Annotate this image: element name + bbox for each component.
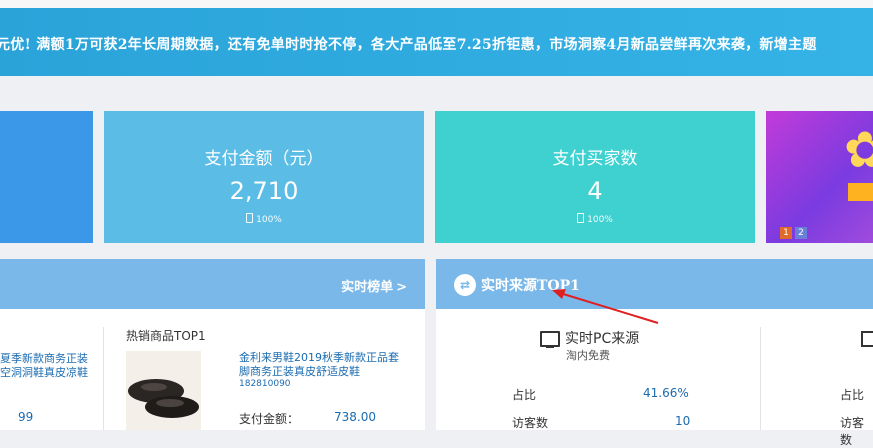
announcement-banner[interactable]: 元优! 满额1万可获2年长周期数据，还有免单时时抢不停，各大产品低至7.25折钜… xyxy=(0,8,873,76)
link-label: 实时榜单 xyxy=(341,280,394,295)
mobile-icon xyxy=(246,213,254,223)
product-image[interactable] xyxy=(126,351,201,430)
hot-product-title: 热销商品TOP1 xyxy=(126,329,206,343)
card-mobile-share: 100% xyxy=(435,213,755,225)
device-icon xyxy=(861,331,873,347)
mobile-icon xyxy=(577,213,585,223)
card-sub-value: 100% xyxy=(587,215,613,225)
chevron-right-icon: > xyxy=(396,280,407,295)
metric-card-partial xyxy=(0,111,93,243)
promo-carousel[interactable]: ✿ 1 2 xyxy=(766,111,873,243)
buyer-count-card[interactable]: 支付买家数 4 100% xyxy=(435,111,755,243)
card-sub-value: 100% xyxy=(256,215,282,225)
realtime-ranking-link[interactable]: 实时榜单 > xyxy=(341,276,407,295)
share-label: 占比 xyxy=(840,388,865,402)
refresh-icon[interactable]: ⇄ xyxy=(454,274,476,296)
column-divider xyxy=(760,327,761,430)
pay-amount-label: 支付金额： xyxy=(239,412,300,426)
source-title: 实时PC来源 xyxy=(565,331,640,347)
carousel-page-1[interactable]: 1 xyxy=(780,227,792,239)
monitor-icon xyxy=(540,331,560,348)
share-label: 占比 xyxy=(512,388,537,402)
pay-amount-value: 738.00 xyxy=(334,410,376,424)
left-panel-header: 实时榜单 > xyxy=(0,259,425,309)
product-metric: 99 xyxy=(18,410,34,424)
column-divider xyxy=(103,327,104,430)
promo-tag-shape xyxy=(848,183,873,201)
visitors-label: 访客数 xyxy=(840,416,865,447)
product-name-link[interactable]: 金利来男鞋2019秋季新款正品套脚商务正装真皮舒适皮鞋 xyxy=(239,351,409,379)
card-mobile-share: 100% xyxy=(104,213,424,225)
card-value: 2,710 xyxy=(229,177,299,205)
annotation-arrow-icon xyxy=(552,289,659,324)
card-title: 支付买家数 xyxy=(552,149,638,169)
source-subtitle: 淘内免费 xyxy=(566,349,610,362)
card-value: 4 xyxy=(587,177,603,205)
banner-text: 元优! 满额1万可获2年长周期数据，还有免单时时抢不停，各大产品低至7.25折钜… xyxy=(0,37,817,53)
left-panel-body: 夏季新款商务正装空洞洞鞋真皮凉鞋 99 热销商品TOP1 金利来男鞋2019秋季… xyxy=(0,309,425,430)
card-title: 支付金额（元） xyxy=(204,149,324,169)
carousel-pagination: 1 2 xyxy=(780,227,807,239)
share-value: 41.66% xyxy=(643,386,689,400)
payment-amount-card[interactable]: 支付金额（元） 2,710 100% xyxy=(104,111,424,243)
visitors-value: 10 xyxy=(675,414,691,428)
carousel-page-2[interactable]: 2 xyxy=(795,227,807,239)
promo-artwork: ✿ xyxy=(844,121,873,179)
visitors-label: 访客数 xyxy=(512,416,549,430)
product-name-link[interactable]: 夏季新款商务正装空洞洞鞋真皮凉鞋 xyxy=(0,352,90,380)
product-id: 182810090 xyxy=(239,379,291,389)
